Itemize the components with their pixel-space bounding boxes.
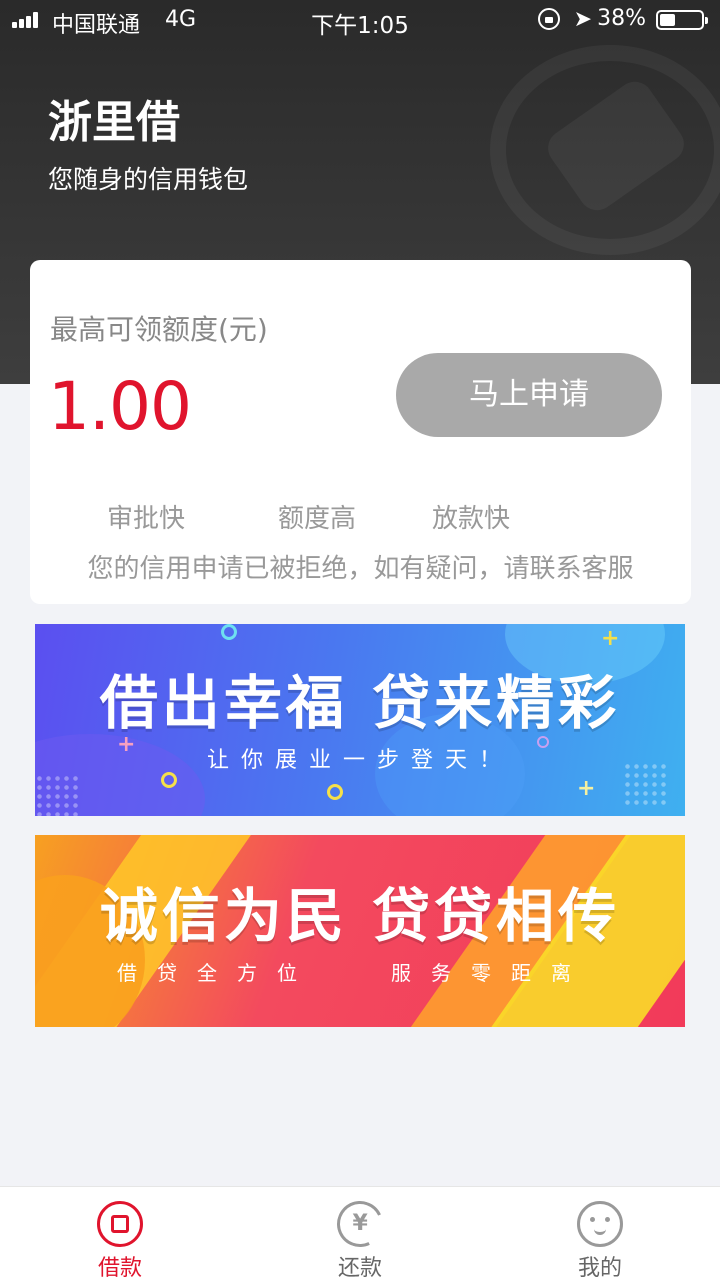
promo-banner-2[interactable]: 诚信为民 贷贷相传 借贷全方位 服务零距离: [35, 835, 685, 1027]
limit-value: 1.00: [48, 368, 192, 445]
rejection-notice: 您的信用申请已被拒绝，如有疑问，请联系客服: [87, 554, 634, 584]
limit-label: 最高可领额度(元): [50, 313, 268, 346]
loan-icon: [97, 1201, 143, 1247]
yen-symbol: ¥: [352, 1211, 368, 1237]
location-arrow-icon: ➤: [573, 7, 592, 32]
tab-profile[interactable]: 我的: [480, 1187, 720, 1280]
promo-banner-1[interactable]: + + + 借出幸福 贷来精彩 让你展业一步登天！: [35, 624, 685, 816]
credit-card: 最高可领额度(元) 1.00 马上申请 审批快 额度高 放款快 您的信用申请已被…: [30, 260, 691, 604]
banner-2-title: 诚信为民 贷贷相传: [99, 882, 621, 950]
banner-2-subtitle-left: 借贷全方位: [117, 961, 317, 985]
banner-2-subtitle-right: 服务零距离: [391, 961, 591, 985]
tab-repay[interactable]: ¥ 还款: [240, 1187, 480, 1280]
profile-icon: [577, 1201, 623, 1247]
tab-repay-label: 还款: [337, 1256, 382, 1280]
tab-profile-label: 我的: [577, 1256, 622, 1280]
apply-button[interactable]: 马上申请: [396, 353, 662, 437]
header-decoration: [490, 45, 720, 255]
repay-icon: ¥: [330, 1194, 390, 1254]
battery-percent: 38%: [597, 6, 646, 31]
feature-list: 审批快 额度高 放款快: [30, 498, 691, 534]
status-bar: 中国联通 4G 下午1:05 ➤ 38%: [0, 0, 720, 40]
app-subtitle: 您随身的信用钱包: [48, 165, 249, 194]
feature-fast-approval: 审批快: [107, 504, 186, 534]
battery-icon: [656, 10, 708, 30]
banner-1-subtitle: 让你展业一步登天！: [206, 748, 513, 773]
rotation-lock-icon: [538, 8, 560, 30]
banner-1-title: 借出幸福 贷来精彩: [99, 669, 621, 737]
feature-fast-disbursement: 放款快: [432, 504, 511, 534]
tab-loan-label: 借款: [97, 1256, 142, 1280]
feature-high-limit: 额度高: [278, 504, 357, 534]
app-title: 浙里借: [48, 97, 180, 148]
tab-bar: 借款 ¥ 还款 我的: [0, 1186, 720, 1280]
tab-loan[interactable]: 借款: [0, 1187, 240, 1280]
